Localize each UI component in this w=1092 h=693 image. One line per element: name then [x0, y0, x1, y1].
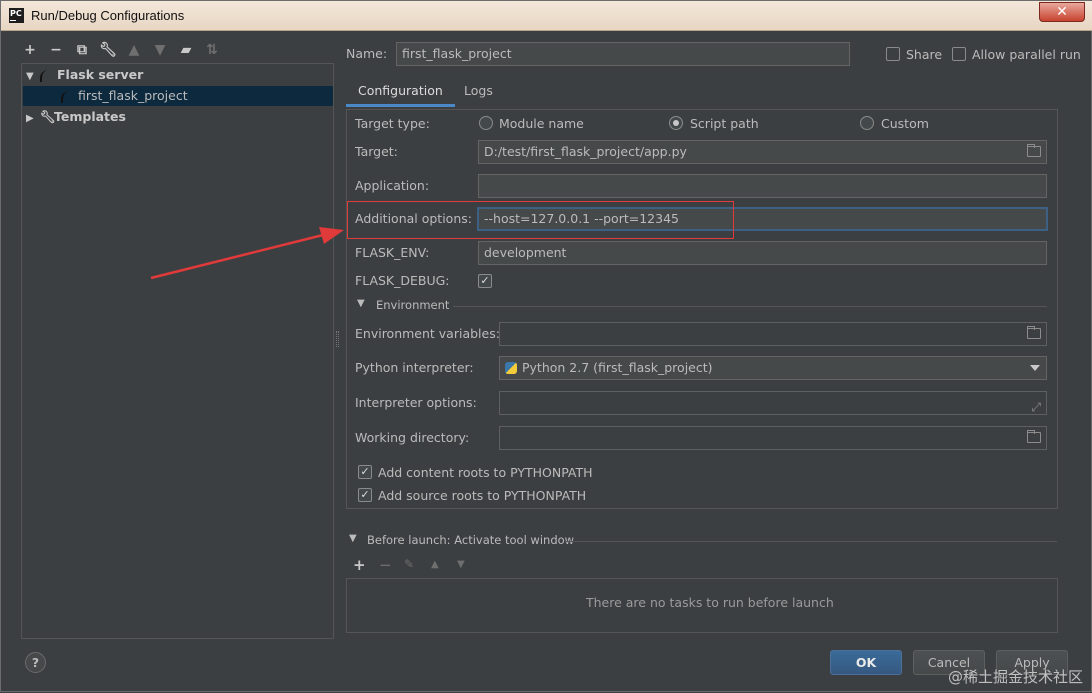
custom-label: Custom [881, 116, 929, 131]
expand-icon[interactable]: ⤢ [1031, 396, 1041, 414]
environment-collapse-icon[interactable]: ▼ [357, 298, 365, 309]
configuration-tree: ▼ Flask server first_flask_project ▶ 🔧︎Tem… [21, 63, 334, 639]
sort-icon[interactable]: ⇅ [203, 41, 221, 59]
script-path-label: Script path [690, 116, 759, 131]
tree-item-templates[interactable]: ▶ 🔧︎Templates [26, 107, 126, 127]
interpreter-dropdown[interactable]: Python 2.7 (first_flask_project) [499, 356, 1047, 380]
flask-icon [40, 69, 54, 82]
move-down-icon[interactable]: ▼ [151, 41, 169, 59]
interpreter-options-label: Interpreter options: [355, 395, 477, 410]
flask-debug-label: FLASK_DEBUG: [355, 273, 450, 288]
interpreter-options-field[interactable]: ⤢ [499, 391, 1047, 415]
move-task-up-icon[interactable]: ▲ [431, 559, 439, 570]
interpreter-label: Python interpreter: [355, 360, 474, 375]
copy-icon[interactable]: ⧉ [73, 41, 91, 59]
working-dir-label: Working directory: [355, 430, 470, 445]
title-bar: PC Run/Debug Configurations ✕ [1, 1, 1092, 31]
radio-custom[interactable] [860, 116, 874, 130]
tree-toolbar: + − ⧉ 🔧︎ ▲ ▼ ▰ ⇅ [21, 39, 221, 61]
window-title: Run/Debug Configurations [31, 8, 185, 23]
wrench-icon: 🔧︎ [40, 109, 56, 124]
content-roots-checkbox[interactable]: ✓ [358, 465, 372, 479]
application-field[interactable] [478, 174, 1047, 198]
move-up-icon[interactable]: ▲ [125, 41, 143, 59]
add-icon[interactable]: + [21, 41, 39, 59]
edit-task-icon[interactable]: ✎ [404, 557, 414, 571]
flask-env-field[interactable]: development [478, 241, 1047, 265]
environment-section-title: Environment [376, 298, 450, 312]
folder-icon[interactable] [1027, 144, 1041, 157]
empty-tasks-text: There are no tasks to run before launch [586, 595, 834, 610]
name-field[interactable]: first_flask_project [396, 42, 850, 66]
content-roots-label: Add content roots to PYTHONPATH [378, 465, 593, 480]
add-task-icon[interactable]: + [353, 556, 366, 574]
new-folder-icon[interactable]: ▰ [177, 41, 195, 59]
parallel-run-checkbox[interactable] [952, 47, 966, 61]
before-launch-title: Before launch: Activate tool window [367, 533, 575, 547]
working-dir-field[interactable] [499, 426, 1047, 450]
tab-configuration[interactable]: Configuration [346, 79, 455, 107]
share-checkbox[interactable] [886, 47, 900, 61]
help-button[interactable]: ? [25, 652, 46, 673]
flask-debug-checkbox[interactable]: ✓ [478, 274, 492, 288]
chevron-down-icon[interactable] [1030, 365, 1040, 371]
remove-task-icon[interactable]: − [379, 556, 392, 574]
move-task-down-icon[interactable]: ▼ [457, 559, 465, 570]
application-label: Application: [355, 178, 430, 193]
wrench-icon[interactable]: 🔧︎ [99, 41, 117, 59]
env-vars-field[interactable] [499, 322, 1047, 346]
radio-module-name[interactable] [479, 116, 493, 130]
tab-logs[interactable]: Logs [452, 79, 505, 107]
flask-env-label: FLASK_ENV: [355, 245, 430, 260]
tree-item-first-flask-project[interactable]: first_flask_project [23, 86, 333, 106]
parallel-run-label: Allow parallel run [972, 47, 1081, 62]
flask-icon [61, 90, 75, 103]
run-debug-dialog: PC Run/Debug Configurations ✕ + − ⧉ 🔧︎ ▲… [0, 0, 1092, 692]
source-roots-checkbox[interactable]: ✓ [358, 488, 372, 502]
source-roots-label: Add source roots to PYTHONPATH [378, 488, 587, 503]
remove-icon[interactable]: − [47, 41, 65, 59]
radio-script-path[interactable] [669, 116, 683, 130]
env-vars-label: Environment variables: [355, 326, 500, 341]
share-label: Share [906, 47, 943, 62]
environment-divider [453, 306, 1047, 307]
splitter-handle[interactable] [336, 331, 339, 347]
collapsed-triangle-icon[interactable]: ▶ [26, 109, 40, 129]
tree-item-flask-server[interactable]: ▼ Flask server [26, 65, 143, 85]
module-name-label: Module name [499, 116, 584, 131]
before-launch-divider [565, 541, 1057, 542]
target-type-label: Target type: [355, 116, 430, 131]
ok-button[interactable]: OK [830, 650, 902, 675]
name-label: Name: [346, 46, 388, 61]
folder-icon[interactable] [1027, 326, 1041, 339]
python-icon [505, 362, 517, 374]
target-label: Target: [355, 144, 398, 159]
annotation-highlight-box [347, 201, 734, 239]
target-field[interactable]: D:/test/first_flask_project/app.py [478, 140, 1047, 164]
watermark-text: @稀土掘金技术社区 [947, 668, 1083, 686]
expanded-triangle-icon[interactable]: ▼ [26, 67, 40, 87]
close-button[interactable]: ✕ [1039, 2, 1085, 22]
pycharm-logo-icon: PC [9, 8, 24, 23]
folder-icon[interactable] [1027, 430, 1041, 443]
before-launch-collapse-icon[interactable]: ▼ [349, 533, 357, 544]
